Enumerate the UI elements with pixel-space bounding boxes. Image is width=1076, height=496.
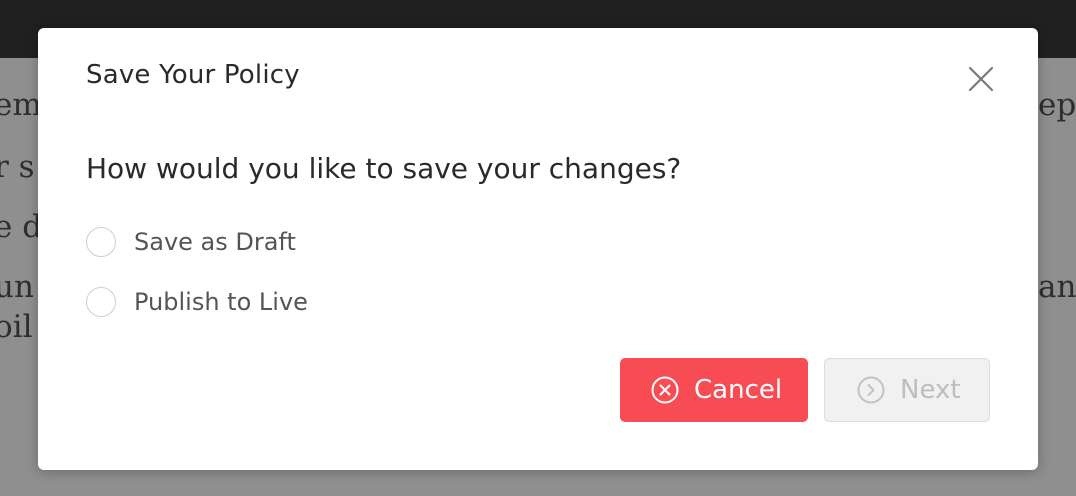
circle-chevron-right-icon	[856, 375, 886, 405]
next-button-label: Next	[900, 375, 961, 405]
background-text: em	[0, 87, 42, 123]
background-text: r s	[0, 149, 35, 185]
option-label: Publish to Live	[134, 288, 308, 316]
option-publish-to-live[interactable]: Publish to Live	[86, 287, 308, 317]
background-text: ep	[1038, 87, 1076, 123]
cancel-button-label: Cancel	[694, 375, 783, 405]
option-save-as-draft[interactable]: Save as Draft	[86, 227, 296, 257]
dialog-title: Save Your Policy	[86, 60, 300, 90]
radio-button[interactable]	[86, 287, 116, 317]
close-icon	[968, 66, 994, 92]
cancel-button[interactable]: Cancel	[620, 358, 808, 422]
save-policy-dialog: Save Your Policy How would you like to s…	[38, 28, 1038, 470]
dialog-question: How would you like to save your changes?	[86, 152, 682, 185]
next-button[interactable]: Next	[824, 358, 990, 422]
background-text: un	[0, 269, 34, 305]
background-text: an	[1038, 269, 1076, 305]
close-button[interactable]	[964, 62, 998, 96]
circle-x-icon	[650, 375, 680, 405]
option-label: Save as Draft	[134, 228, 296, 256]
radio-button[interactable]	[86, 227, 116, 257]
background-text: e d	[0, 209, 43, 245]
background-text: oil	[0, 309, 33, 345]
